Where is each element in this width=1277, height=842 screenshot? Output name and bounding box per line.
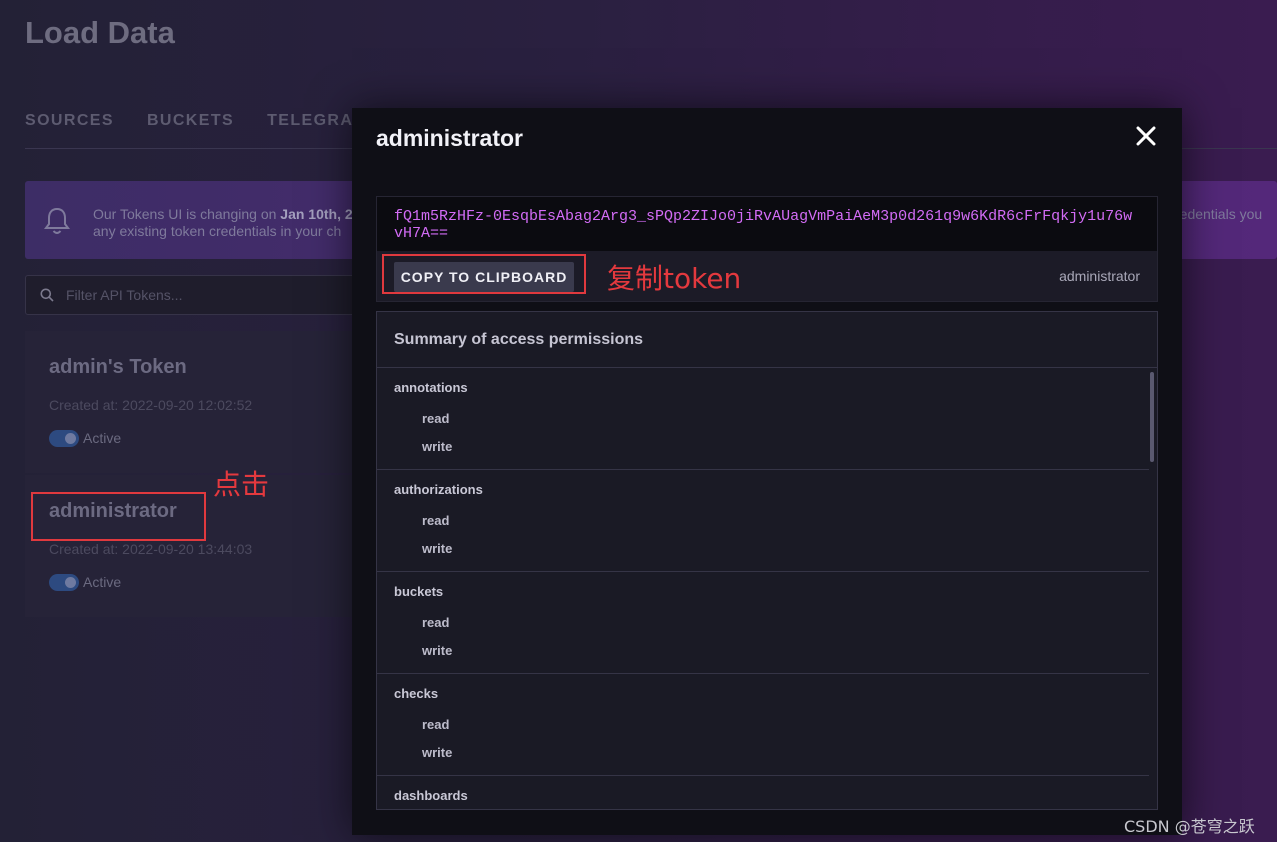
status-label: Active <box>83 574 122 590</box>
annotation-click-label: 点击 <box>213 468 270 501</box>
permissions-header: Summary of access permissions <box>377 312 1157 368</box>
token-value[interactable]: fQ1m5RzHFz-0EsqbEsAbag2Arg3_sPQp2ZIJo0ji… <box>377 197 1157 251</box>
token-owner: administrator <box>1059 268 1140 284</box>
watermark: CSDN @苍穹之跃 <box>1124 817 1255 836</box>
tab-buckets[interactable]: BUCKETS <box>147 112 234 130</box>
permissions-title: Summary of access permissions <box>394 331 644 348</box>
permissions-panel: Summary of access permissions annotation… <box>376 311 1158 810</box>
token-modal: administrator fQ1m5RzHFz-0EsqbEsAbag2Arg… <box>352 108 1182 835</box>
permission-write: write <box>422 541 453 556</box>
permission-name: annotations <box>394 380 468 395</box>
tab-telegraf[interactable]: TELEGRAF <box>267 112 364 130</box>
annotation-box-copy <box>382 254 586 294</box>
permission-read: read <box>422 513 450 528</box>
permission-write: write <box>422 643 453 658</box>
search-icon <box>40 288 54 307</box>
tab-bar: SOURCES BUCKETS TELEGRAF <box>25 112 398 130</box>
permission-group-buckets: buckets read write <box>377 572 1149 674</box>
permission-name: buckets <box>394 584 444 599</box>
permission-read: read <box>422 615 450 630</box>
permissions-scrollbar[interactable] <box>1150 372 1154 462</box>
permission-write: write <box>422 745 453 760</box>
close-icon[interactable] <box>1134 124 1158 148</box>
permission-name: dashboards <box>394 788 468 803</box>
token-name[interactable]: admin's Token <box>49 356 187 379</box>
bell-icon <box>43 206 71 241</box>
notice-text: Our Tokens UI is changing on Jan 10th, 2… <box>93 206 353 239</box>
token-created: Created at: 2022-09-20 13:44:03 <box>49 541 253 557</box>
status-label: Active <box>83 430 122 446</box>
permission-group-authorizations: authorizations read write <box>377 470 1149 572</box>
token-card-admins-token[interactable]: admin's Token Created at: 2022-09-20 12:… <box>25 331 355 473</box>
permission-group-checks: checks read write <box>377 674 1149 776</box>
permission-group-dashboards: dashboards read write <box>377 776 1149 809</box>
permission-read: read <box>422 411 450 426</box>
permission-read: read <box>422 717 450 732</box>
modal-title: administrator <box>376 125 523 151</box>
permission-name: checks <box>394 686 439 701</box>
permission-group-annotations: annotations read write <box>377 368 1149 470</box>
permission-name: authorizations <box>394 482 483 497</box>
permissions-list: annotations read write authorizations re… <box>377 368 1149 809</box>
toggle-knob <box>65 433 76 444</box>
tab-sources[interactable]: SOURCES <box>25 112 114 130</box>
filter-tokens <box>25 275 355 315</box>
annotation-copy-label: 复制token <box>607 262 742 295</box>
permission-write: write <box>422 439 453 454</box>
annotation-box-administrator <box>31 492 206 541</box>
notice-text-right: redentials you <box>1175 206 1263 222</box>
filter-input[interactable] <box>66 285 346 305</box>
token-created: Created at: 2022-09-20 12:02:52 <box>49 397 253 413</box>
status-toggle[interactable] <box>49 430 79 447</box>
toggle-knob <box>65 577 76 588</box>
page-title: Load Data <box>25 15 175 50</box>
status-toggle[interactable] <box>49 574 79 591</box>
